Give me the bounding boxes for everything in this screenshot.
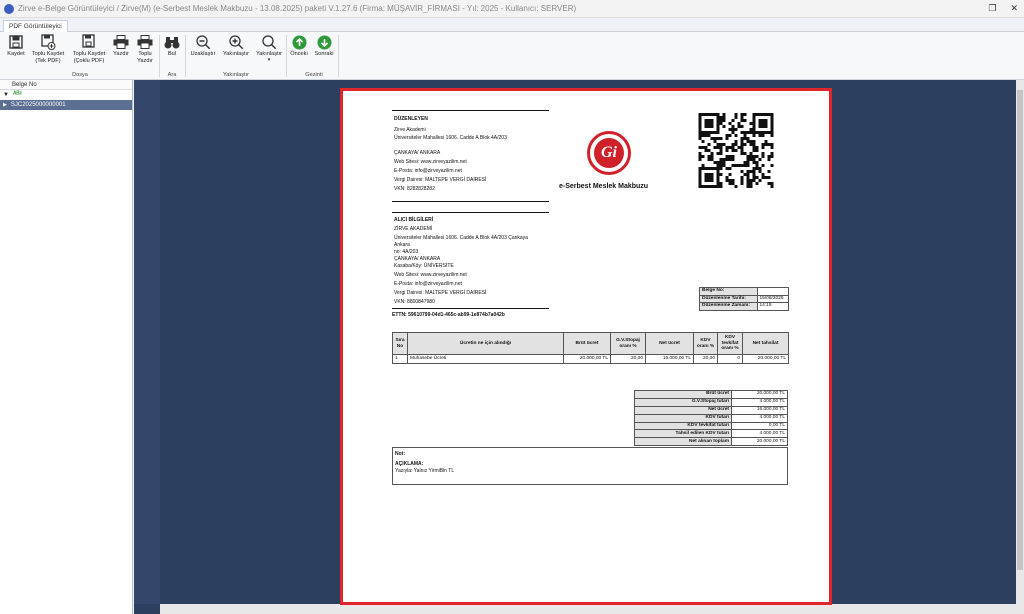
close-window-button[interactable]: ✕ — [1010, 3, 1018, 14]
document-content: DÜZENLEYEN Zirve Akademi Üniversiteler M… — [343, 91, 829, 602]
app-logo-icon — [4, 3, 14, 14]
receiver-line: Web Sitesi: www.zirveyazilim.net — [394, 272, 467, 278]
separator — [185, 35, 186, 77]
arrow-down-icon — [316, 34, 332, 50]
ettn: ETTN: 59610799-04d1-465c-ab99-1e874b7a04… — [392, 312, 505, 318]
receiver-line: VKN: 8800847980 — [394, 299, 435, 305]
receiver-line: no: 4A/203 — [394, 249, 419, 255]
tab-bar: PDF Görüntüleyici — [0, 18, 1024, 32]
restore-window-button[interactable]: ❐ — [988, 3, 996, 14]
thumbnail-strip[interactable] — [134, 80, 160, 604]
zoom-out-button[interactable]: Uzaklaştır — [188, 34, 218, 58]
receiver-line: ZİRVE AKADEMİ — [394, 226, 433, 232]
issuer-line: VKN: 8282828282 — [394, 186, 435, 192]
grid-filter-icon: ᴬᴮᶜ — [12, 91, 23, 98]
divider — [392, 212, 549, 213]
scrollbar-thumb[interactable] — [1017, 90, 1023, 570]
issuer-line: Vergi Dairesi: MALTEPE VERGİ DAİRESİ — [394, 177, 487, 183]
qr-code-icon — [698, 105, 774, 195]
table-row: KDV tutarı 4.000,00 TL — [634, 413, 788, 423]
pdf-viewer-area[interactable]: DÜZENLEYEN Zirve Akademi Üniversiteler M… — [134, 80, 1024, 614]
table-row: Net ücret 16.000,00 TL — [634, 405, 788, 415]
group-label-search: Ara — [167, 72, 177, 78]
note-heading: AÇIKLAMA: — [395, 461, 424, 467]
receiver-line: Üniversiteler Mahallesi 1606. Cadde A Bl… — [394, 235, 528, 241]
group-label-zoom: Yakınlaştır — [222, 72, 249, 78]
row-pointer-icon: ▶ — [3, 102, 7, 108]
save-button[interactable]: Kaydet — [4, 34, 28, 58]
separator — [159, 35, 160, 77]
issuer-line: Üniversiteler Mahallesi 1606. Cadde A Bl… — [394, 135, 507, 141]
receiver-line: E-Posta: info@zirveyazilim.net — [394, 281, 462, 287]
receiver-line: Vergi Dairesi: MALTEPE VERGİ DAİRESİ — [394, 290, 487, 296]
receiver-line: ÇANKAYA/ ANKARA — [394, 256, 441, 262]
separator — [338, 35, 339, 77]
receiver-line: Kasaba/Köy: ÜNİVERSİTE — [394, 263, 454, 269]
table-row: G.V.Stopaj tutarı 4.000,00 TL — [634, 397, 788, 407]
totals-table: Brüt ücret 20.000,00 TL G.V.Stopaj tutarı… — [634, 390, 788, 447]
document-title: e-Serbest Meslek Makbuzu — [559, 183, 649, 190]
table-row: Brüt ücret 20.000,00 TL — [634, 390, 788, 399]
table-row: Tahsil edilen KDV tutarı 4.000,00 TL — [634, 429, 788, 439]
bulk-save-single-pdf-button[interactable]: Toplu Kaydet (Tek PDF) — [30, 34, 66, 64]
items-table: Sıra No Ücretin ne için alındığı Brüt üc… — [392, 332, 789, 364]
issuer-line: Web Sitesi: www.zirveyazilim.net — [394, 159, 467, 165]
find-button[interactable]: Bul — [162, 34, 182, 58]
table-row: Net alınan toplam 20.000,00 TL — [634, 437, 788, 447]
issuer-heading: DÜZENLEYEN — [394, 116, 428, 122]
title-bar: Zirve e-Belge Görüntüleyici / Zirve(M) (… — [0, 0, 1024, 18]
separator — [286, 35, 287, 77]
vertical-scrollbar[interactable] — [1016, 80, 1024, 604]
note-text: Yazıyla: Yalnız YirmiBin TL — [395, 468, 455, 474]
list-item[interactable]: ▶ SJC2025000000001 — [0, 100, 132, 110]
bulk-save-multi-pdf-button[interactable]: Toplu Kaydet (Çoklu PDF) — [70, 34, 108, 64]
group-label-navigation: Gezinti — [305, 72, 323, 78]
filter-icon: ▼ — [3, 92, 9, 98]
print-icon — [113, 34, 129, 50]
next-button[interactable]: Sonraki — [312, 34, 336, 58]
chevron-down-icon: ▾ — [267, 56, 271, 63]
column-header-document-no[interactable]: Belge No — [0, 80, 132, 90]
save-icon — [8, 34, 24, 50]
save-multi-icon — [40, 34, 56, 50]
zoom-in-icon — [228, 34, 244, 50]
group-label-file: Dosya — [72, 72, 88, 78]
zoom-icon — [261, 34, 277, 50]
arrow-up-icon — [291, 34, 307, 50]
issuer-line: Zirve Akademi — [394, 127, 426, 133]
issuer-line: ÇANKAYA/ ANKARA — [394, 150, 441, 156]
table-row: KDV tevkifat tutarı 0,00 TL — [634, 421, 788, 431]
note-label: Not: — [395, 451, 405, 457]
document-meta-table: Belge No: Düzenlenme Tarihi: 15/08/2025 D… — [699, 287, 789, 311]
horizontal-scrollbar[interactable] — [160, 604, 1024, 614]
pdf-page: DÜZENLEYEN Zirve Akademi Üniversiteler M… — [340, 88, 832, 605]
note-box: Not: AÇIKLAMA: Yazıyla: Yalnız YirmiBin … — [392, 447, 788, 485]
tab-pdf-viewer[interactable]: PDF Görüntüleyici — [3, 20, 68, 32]
document-list-pane: Belge No ▼ ᴬᴮᶜ ▶ SJC2025000000001 — [0, 80, 133, 614]
table-row: 1 Muhasebe Ücreti 20.000,00 TL 20,00 16.… — [392, 354, 789, 364]
binoculars-icon — [164, 34, 180, 50]
receiver-line: Ankara — [394, 242, 410, 248]
previous-button[interactable]: Önceki — [289, 34, 309, 58]
divider — [392, 201, 549, 202]
company-logo-icon: Gi — [587, 131, 631, 175]
divider — [392, 308, 549, 309]
window-title: Zirve e-Belge Görüntüleyici / Zirve(M) (… — [18, 4, 577, 13]
zoom-out-icon — [195, 34, 211, 50]
filter-row[interactable]: ▼ ᴬᴮᶜ — [0, 90, 132, 100]
print-button[interactable]: Yazdır — [110, 34, 132, 58]
save-multi-icon — [81, 34, 97, 50]
print-icon — [137, 34, 153, 50]
issuer-line: E-Posta: info@zirveyazilim.net — [394, 168, 462, 174]
zoom-dropdown-button[interactable]: Yakınlaştır ▾ — [254, 34, 284, 63]
divider — [392, 110, 549, 111]
bulk-print-button[interactable]: Toplu Yazdır — [134, 34, 156, 64]
zoom-in-button[interactable]: Yakınlaştır — [220, 34, 252, 58]
receiver-heading: ALICI BİLGİLERİ — [394, 217, 434, 223]
ribbon-toolbar: Kaydet Toplu Kaydet (Tek PDF) Toplu Kayd… — [0, 32, 1024, 80]
